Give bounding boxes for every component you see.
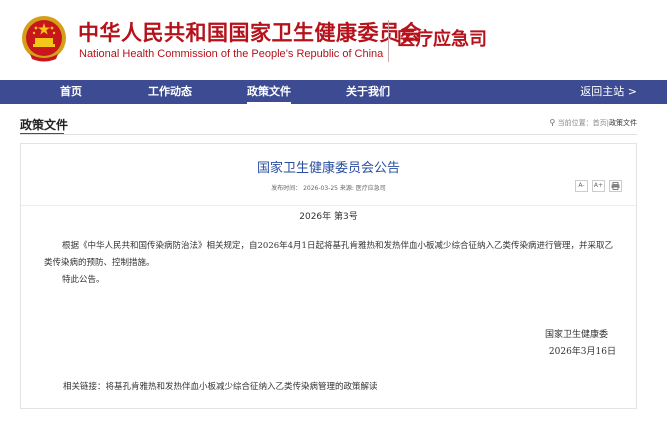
article-tools: A- A+ [571,180,622,192]
article-title: 国家卫生健康委员会公告 [256,161,400,176]
breadcrumb-prefix: 当前位置： [557,119,593,127]
site-header: 中华人民共和国国家卫生健康委员会 National Health Commiss… [0,0,667,80]
return-main-site-link[interactable]: 返回主站 > [580,80,637,104]
nav-item-about[interactable]: 关于我们 [346,80,390,104]
article-paragraph-1: 根据《中华人民共和国传染病防治法》相关规定，自2026年4月1日起将基孔肯雅热和… [44,241,613,268]
article-paragraph-2: 特此公告。 [62,275,105,285]
font-increase-button[interactable]: A+ [592,180,605,192]
breadcrumb: ⚲ 当前位置：首页|政策文件 [550,118,637,128]
location-pin-icon: ⚲ [549,118,556,127]
breadcrumb-home[interactable]: 首页 [593,119,607,127]
signature-date: 2026年3月16日 [548,347,616,357]
document-number: 2026年 第3号 [299,212,358,222]
print-icon[interactable] [609,180,622,192]
department-name[interactable]: 医疗应急司 [397,25,487,51]
related-links: 相关链接：将基孔肯雅热和发热伴血小板减少综合征纳入乙类传染病管理的政策解读 [63,380,378,392]
section-divider [20,134,637,135]
section-title: 政策文件 [20,118,69,132]
nav-item-home[interactable]: 首页 [60,80,82,104]
font-decrease-button[interactable]: A- [575,180,588,192]
main-nav: 首页 工作动态 政策文件 关于我们 返回主站 > [0,80,667,104]
national-emblem-icon [22,16,66,62]
related-links-label: 相关链接： [63,382,106,392]
related-policy-link[interactable]: 将基孔肯雅热和发热伴血小板减少综合征纳入乙类传染病管理的政策解读 [106,382,378,392]
breadcrumb-current[interactable]: 政策文件 [609,119,637,127]
site-title-en[interactable]: National Health Commission of the People… [79,48,383,60]
signature-organization: 国家卫生健康委 [544,330,608,340]
site-title-cn[interactable]: 中华人民共和国国家卫生健康委员会 [78,17,422,47]
article-box: 国家卫生健康委员会公告 发布时间： 2026-03-25 来源: 医疗应急司 A… [20,143,637,409]
title-divider [21,205,636,206]
nav-item-policy[interactable]: 政策文件 [247,80,291,104]
nav-item-work[interactable]: 工作动态 [148,80,192,104]
article-meta: 发布时间： 2026-03-25 来源: 医疗应急司 [271,185,386,192]
header-divider [388,20,389,62]
